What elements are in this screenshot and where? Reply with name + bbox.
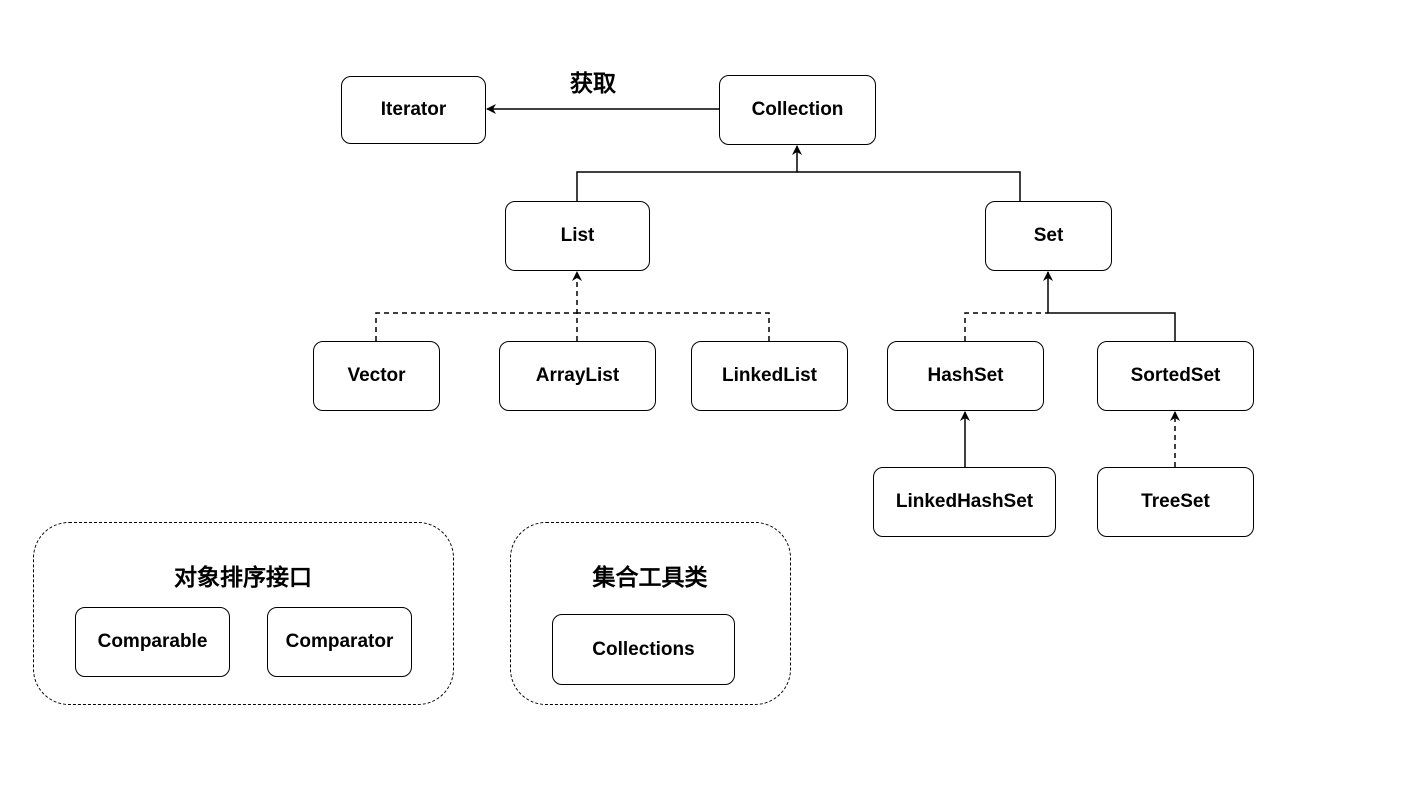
diagram-canvas: 获取 Iterator Collection List Set Vector A…: [0, 0, 1408, 792]
edge-label-obtain: 获取: [570, 70, 616, 96]
edge-set-collection: [797, 171, 1021, 201]
node-comparable[interactable]: Comparable: [75, 607, 230, 677]
node-iterator[interactable]: Iterator: [341, 76, 486, 144]
node-list[interactable]: List: [505, 201, 650, 271]
node-hashset[interactable]: HashSet: [887, 341, 1044, 411]
edge-list-collection: [576, 145, 802, 201]
node-linkedlist[interactable]: LinkedList: [691, 341, 848, 411]
edge-vector-list: [375, 312, 577, 341]
node-collection[interactable]: Collection: [719, 75, 876, 145]
group-utils-title: 集合工具类: [592, 564, 708, 590]
node-comparator[interactable]: Comparator: [267, 607, 412, 677]
node-arraylist[interactable]: ArrayList: [499, 341, 656, 411]
node-vector[interactable]: Vector: [313, 341, 440, 411]
group-sorting-title: 对象排序接口: [174, 564, 312, 590]
node-linkedhashset[interactable]: LinkedHashSet: [873, 467, 1056, 537]
edge-hashset-set: [964, 312, 1048, 341]
node-set[interactable]: Set: [985, 201, 1112, 271]
node-sortedset[interactable]: SortedSet: [1097, 341, 1254, 411]
node-collections[interactable]: Collections: [552, 614, 735, 685]
node-treeset[interactable]: TreeSet: [1097, 467, 1254, 537]
edge-sortedset-set: [1043, 271, 1176, 341]
edge-linkedlist-list: [577, 312, 770, 341]
